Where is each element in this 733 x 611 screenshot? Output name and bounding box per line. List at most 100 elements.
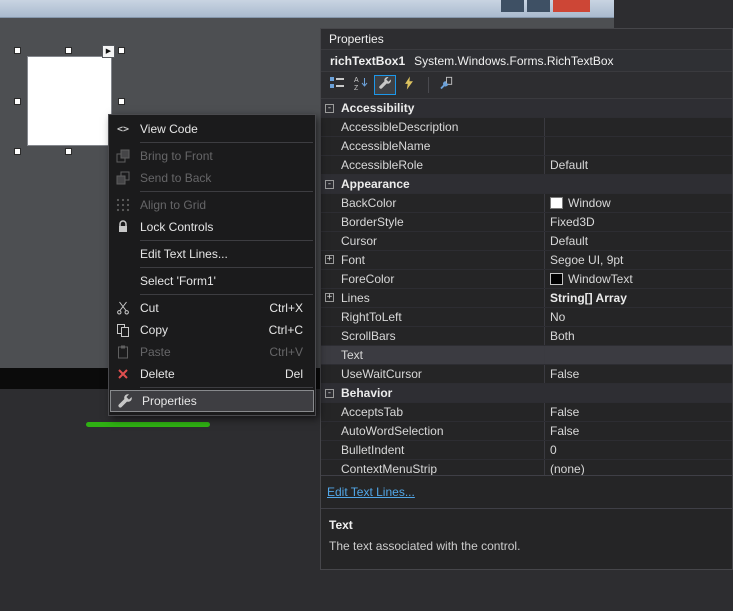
property-row-acceptstab[interactable]: AcceptsTab False [321,403,732,422]
menu-item-delete[interactable]: Delete Del [109,363,315,385]
edit-text-lines-link[interactable]: Edit Text Lines... [327,485,415,499]
menu-item-edit-text-lines[interactable]: Edit Text Lines... [109,243,315,265]
minimize-button[interactable] [501,0,524,12]
property-row-scrollbars[interactable]: ScrollBars Both [321,327,732,346]
maximize-button[interactable] [527,0,550,12]
resize-handle-bottom-middle[interactable] [65,148,72,155]
resize-handle-top-right[interactable] [118,47,125,54]
property-row-backcolor[interactable]: BackColor Window [321,194,732,213]
expand-icon[interactable]: + [325,293,334,302]
cut-icon [115,300,131,316]
categorized-icon [329,75,345,96]
resize-handle-bottom-left[interactable] [14,148,21,155]
property-name: AccessibleName [321,137,545,155]
alphabetical-sort-icon: AZ [353,75,369,96]
property-row-contextmenustrip[interactable]: ContextMenuStrip (none) [321,460,732,475]
property-value[interactable]: No [545,308,732,326]
properties-view-button[interactable] [374,75,396,95]
property-row-font[interactable]: + Font Segoe UI, 9pt [321,251,732,270]
richtextbox-control[interactable] [27,56,112,146]
resize-handle-top-left[interactable] [14,47,21,54]
property-value[interactable] [545,346,732,364]
property-value[interactable] [545,118,732,136]
property-value[interactable]: WindowText [545,270,732,288]
property-pages-button[interactable] [435,75,457,95]
bring-to-front-icon [115,148,131,164]
property-name: AcceptsTab [321,403,545,421]
toolbar-separator [428,77,429,93]
property-value[interactable]: String[] Array [545,289,732,307]
annotation-underline [86,422,210,427]
property-value[interactable]: False [545,422,732,440]
property-value[interactable]: Window [545,194,732,212]
property-row-accessiblerole[interactable]: AccessibleRole Default [321,156,732,175]
property-row-forecolor[interactable]: ForeColor WindowText [321,270,732,289]
menu-item-label: View Code [140,122,198,136]
menu-item-view-code[interactable]: <> View Code [109,118,315,140]
designer-context-menu: <> View Code Bring to Front Send to Back… [108,114,316,416]
menu-item-cut[interactable]: Cut Ctrl+X [109,297,315,319]
property-row-accessibledescription[interactable]: AccessibleDescription [321,118,732,137]
category-row-accessibility[interactable]: - Accessibility [321,99,732,118]
svg-text:Z: Z [354,85,359,91]
close-button[interactable] [553,0,590,12]
property-value[interactable] [545,137,732,155]
property-value[interactable]: Segoe UI, 9pt [545,251,732,269]
menu-item-align-to-grid[interactable]: Align to Grid [109,194,315,216]
property-row-text[interactable]: Text [321,346,732,365]
property-value[interactable]: False [545,403,732,421]
category-label: Behavior [341,386,393,400]
collapse-icon[interactable]: - [325,103,334,113]
menu-item-shortcut: Ctrl+C [268,323,303,337]
property-row-cursor[interactable]: Cursor Default [321,232,732,251]
object-selector[interactable]: richTextBox1 System.Windows.Forms.RichTe… [321,49,732,72]
collapse-icon[interactable]: - [325,388,334,398]
menu-item-copy[interactable]: Copy Ctrl+C [109,319,315,341]
menu-item-select-form1[interactable]: Select 'Form1' [109,270,315,292]
property-row-lines[interactable]: + Lines String[] Array [321,289,732,308]
property-name: BackColor [321,194,545,212]
property-value[interactable]: False [545,365,732,383]
property-value[interactable]: 0 [545,441,732,459]
events-button[interactable] [398,75,420,95]
copy-icon [115,322,131,338]
category-label: Accessibility [341,101,415,115]
property-value[interactable]: Default [545,156,732,174]
property-row-borderstyle[interactable]: BorderStyle Fixed3D [321,213,732,232]
menu-item-label: Send to Back [140,171,212,185]
property-name: ScrollBars [321,327,545,345]
command-link-area: Edit Text Lines... [321,475,732,508]
events-lightning-icon [402,75,416,95]
menu-item-lock-controls[interactable]: Lock Controls [109,216,315,238]
menu-item-properties[interactable]: Properties [110,390,314,412]
property-row-autowordselection[interactable]: AutoWordSelection False [321,422,732,441]
property-row-usewaitcursor[interactable]: UseWaitCursor False [321,365,732,384]
property-value[interactable]: Fixed3D [545,213,732,231]
property-row-bulletindent[interactable]: BulletIndent 0 [321,441,732,460]
menu-item-label: Align to Grid [140,198,207,212]
color-swatch [550,273,563,285]
property-row-righttoleft[interactable]: RightToLeft No [321,308,732,327]
property-value[interactable]: (none) [545,460,732,475]
menu-item-bring-to-front[interactable]: Bring to Front [109,145,315,167]
properties-toolbar: AZ [321,72,732,99]
menu-item-label: Paste [140,345,171,359]
resize-handle-top-middle[interactable] [65,47,72,54]
category-row-behavior[interactable]: - Behavior [321,384,732,403]
menu-item-label: Copy [140,323,169,337]
smart-tag-button[interactable]: ▶ [102,45,115,58]
property-value[interactable]: Both [545,327,732,345]
menu-separator [140,191,313,192]
categorized-button[interactable] [326,75,348,95]
svg-text:A: A [354,77,359,84]
expand-icon[interactable]: + [325,255,334,264]
property-value[interactable]: Default [545,232,732,250]
alphabetical-button[interactable]: AZ [350,75,372,95]
resize-handle-middle-right[interactable] [118,98,125,105]
menu-item-paste[interactable]: Paste Ctrl+V [109,341,315,363]
resize-handle-middle-left[interactable] [14,98,21,105]
menu-item-send-to-back[interactable]: Send to Back [109,167,315,189]
collapse-icon[interactable]: - [325,179,334,189]
category-row-appearance[interactable]: - Appearance [321,175,732,194]
property-row-accessiblename[interactable]: AccessibleName [321,137,732,156]
